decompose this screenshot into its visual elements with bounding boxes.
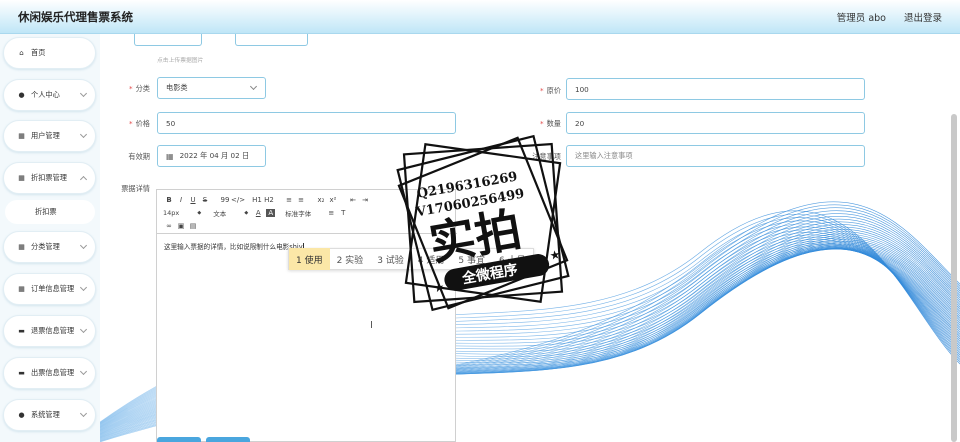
original-price-label: * 原价 [540,86,561,95]
sidebar-item-discount-ticket-management[interactable]: ▦ 折扣票管理 [3,162,96,194]
header-actions: 管理员 abo 退出登录 [837,10,942,24]
category-value: 电影类 [166,83,188,92]
background-color-icon[interactable]: A [266,209,276,217]
app-title: 休闲娱乐代理售票系统 [18,9,133,24]
clear-format-icon[interactable]: T [337,209,349,217]
chevron-down-icon [249,82,258,91]
sidebar-item-label: 折扣票 [35,207,57,216]
sidebar-item-user-management[interactable]: ▦ 用户管理 [3,120,96,152]
chevron-down-icon [79,283,88,292]
ordered-list-button[interactable]: ≡ [283,196,295,204]
sidebar-item-label: 出票信息管理 [31,368,75,377]
quote-button[interactable]: 99 [219,196,231,204]
video-icon[interactable]: ▤ [187,222,199,230]
monitor-icon: ▬ [18,327,25,335]
category-label: * 分类 [129,84,150,93]
logout-link[interactable]: 退出登录 [904,10,942,24]
chevron-down-icon [79,175,88,184]
notice-input[interactable]: 这里输入注意事项 [566,145,865,167]
chevron-down-icon [79,409,88,418]
subscript-button[interactable]: x₂ [315,196,327,204]
scrollbar[interactable] [951,114,957,442]
grid-icon: ▦ [18,243,25,251]
font-size-select[interactable]: 14px [163,209,179,217]
chevron-down-icon [79,241,88,250]
chevron-down-icon: ◆ [197,210,202,216]
cancel-button[interactable] [206,437,250,442]
chevron-down-icon [79,367,88,376]
details-label: 票据详情 [121,184,150,193]
superscript-button[interactable]: x² [327,196,339,204]
code-button[interactable]: </> [231,196,245,204]
sidebar-item-home[interactable]: ⌂ 首页 [3,37,96,69]
font-family-select[interactable]: 标准字体 [285,208,311,218]
sidebar-item-personal-center[interactable]: ● 个人中心 [3,79,96,111]
sidebar-item-label: 分类管理 [31,242,60,251]
notice-placeholder: 这里输入注意事项 [575,151,633,160]
sidebar-item-label: 首页 [31,48,46,57]
user-icon: ● [18,91,25,99]
star-icon: ★ [432,280,445,296]
top-header: 休闲娱乐代理售票系统 管理员 abo 退出登录 [0,0,960,34]
chevron-down-icon [79,325,88,334]
sidebar: ⌂ 首页 ● 个人中心 ▦ 用户管理 ▦ 折扣票管理 折扣票 ▦ 分类管理 ▦ … [0,34,100,442]
watermark-stamp: Q2196316269 V17060256499 实拍 全微程序 ★ ★ [396,134,570,312]
outdent-button[interactable]: ⇤ [347,196,359,204]
validity-value: 2022 年 04 月 02 日 [179,151,250,160]
ime-candidate[interactable]: 1 使用 [289,248,330,270]
price-value: 50 [166,118,176,128]
current-user[interactable]: 管理员 abo [837,10,886,24]
sidebar-item-label: 系统管理 [31,410,60,419]
price-label: * 价格 [129,119,150,128]
align-icon[interactable]: ≡ [325,209,337,217]
underline-button[interactable]: U [187,196,199,204]
validity-date-picker[interactable]: ▦ 2022 年 04 月 02 日 [157,145,266,167]
strike-button[interactable]: S [199,196,211,204]
grid-icon: ▦ [18,285,25,293]
bold-button[interactable]: B [163,196,175,204]
sidebar-item-system-management[interactable]: ● 系统管理 [3,399,96,431]
category-select[interactable]: 电影类 [157,77,266,99]
image-icon[interactable]: ▣ [175,222,187,230]
italic-button[interactable]: I [175,196,187,204]
heading1-button[interactable]: H1 [251,196,263,204]
indent-button[interactable]: ⇥ [359,196,371,204]
grid-icon: ▦ [18,132,25,140]
upload-hint: 点击上传票据图片 [157,58,204,64]
upload-image-box[interactable] [134,34,202,46]
sidebar-item-refund-management[interactable]: ▬ 退票信息管理 [3,315,96,347]
text-style-select[interactable]: 文本 [213,208,226,218]
submit-button[interactable] [157,437,201,442]
chevron-down-icon [79,89,88,98]
sidebar-item-order-management[interactable]: ▦ 订单信息管理 [3,273,96,305]
sidebar-item-label: 退票信息管理 [31,326,75,335]
quantity-input[interactable]: 20 [566,112,865,134]
sidebar-item-ticketing-management[interactable]: ▬ 出票信息管理 [3,357,96,389]
original-price-value: 100 [575,84,589,94]
calendar-icon: ▦ [166,151,174,161]
home-icon: ⌂ [19,49,24,57]
ime-candidate[interactable]: 2 实验 [330,248,371,270]
validity-label: 有效期 [128,152,150,161]
sidebar-item-label: 折扣票管理 [31,173,67,182]
user-icon: ● [18,411,25,419]
sidebar-item-category-management[interactable]: ▦ 分类管理 [3,231,96,263]
text-cursor-icon: I [370,320,373,331]
sidebar-item-label: 个人中心 [31,90,60,99]
link-icon[interactable]: ∞ [163,222,175,230]
chevron-down-icon [79,130,88,139]
heading2-button[interactable]: H2 [263,196,275,204]
grid-icon: ▦ [18,174,25,182]
monitor-icon: ▬ [18,369,25,377]
sidebar-item-label: 用户管理 [31,131,60,140]
upload-image-box[interactable] [235,34,308,46]
original-price-input[interactable]: 100 [566,78,865,100]
font-color-icon[interactable]: A [252,209,264,217]
bullet-list-button[interactable]: ≡ [295,196,307,204]
chevron-down-icon: ◆ [244,210,249,216]
editor-content[interactable]: 这里输入票据的详情，比如说限制什么电影shiy [164,241,304,251]
sidebar-item-label: 订单信息管理 [31,284,75,293]
sidebar-subitem-discount-ticket[interactable]: 折扣票 [5,200,95,224]
editor-content-text: 这里输入票据的详情，比如说限制什么电影shiy [164,243,303,251]
